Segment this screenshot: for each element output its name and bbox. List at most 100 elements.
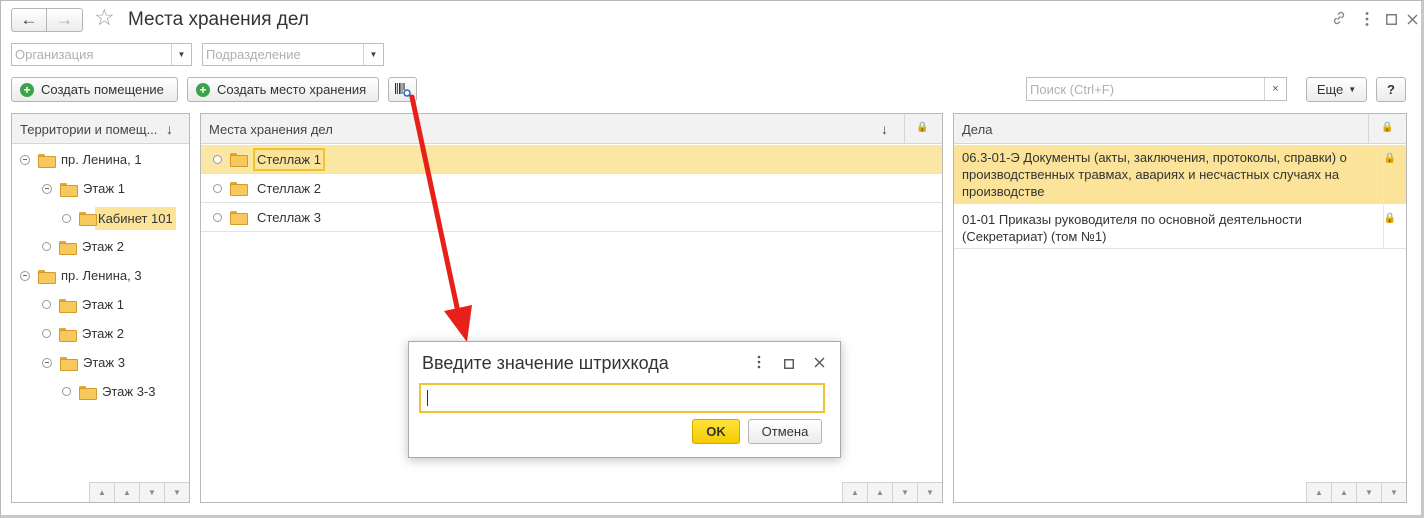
tree-item[interactable]: Этаж 1: [12, 181, 189, 197]
text-caret: [427, 390, 428, 406]
case-text: 06.3-01-Э Документы (акты, заключения, п…: [962, 150, 1347, 199]
folder-icon: [230, 153, 248, 167]
folder-icon: [38, 269, 56, 284]
case-row-selected[interactable]: 06.3-01-Э Документы (акты, заключения, п…: [954, 145, 1406, 204]
leaf-icon: [62, 213, 71, 223]
help-button[interactable]: ?: [1376, 77, 1406, 102]
scroll-down-icon[interactable]: ▼: [1356, 482, 1381, 502]
case-text: 01-01 Приказы руководителя по основной д…: [962, 212, 1302, 244]
navigation-buttons: ← →: [11, 8, 83, 32]
collapse-icon[interactable]: [42, 183, 52, 194]
chevron-down-icon: ▼: [1348, 85, 1357, 94]
collapse-icon[interactable]: [20, 154, 30, 165]
dropdown-icon[interactable]: ▼: [363, 44, 383, 65]
ok-button[interactable]: OK: [692, 419, 740, 444]
scroll-down-icon[interactable]: ▼: [892, 482, 917, 502]
organization-field[interactable]: Организация ▼: [11, 43, 192, 66]
clear-search-button[interactable]: ×: [1264, 78, 1286, 100]
leaf-icon: [42, 242, 51, 251]
plus-icon: +: [20, 82, 34, 97]
scroll-up-icon[interactable]: ▲: [114, 482, 139, 502]
storage-row[interactable]: Стеллаж 3: [201, 203, 942, 232]
dialog-title: Введите значение штрихкода: [422, 353, 669, 373]
storage-row[interactable]: Стеллаж 2: [201, 174, 942, 203]
sort-icon[interactable]: ↓: [166, 121, 173, 137]
dropdown-icon[interactable]: ▼: [171, 44, 191, 65]
plus-icon: +: [196, 82, 210, 97]
more-vertical-icon[interactable]: [756, 355, 762, 372]
case-row[interactable]: 01-01 Приказы руководителя по основной д…: [954, 205, 1406, 249]
lock-icon: 🔒: [1383, 153, 1396, 164]
department-placeholder: Подразделение: [206, 47, 301, 62]
tree-item[interactable]: Этаж 3: [12, 355, 189, 371]
organization-placeholder: Организация: [15, 47, 94, 62]
scroll-controls: ▲ ▲ ▼ ▼: [1306, 482, 1406, 502]
tree-item-label: пр. Ленина, 3: [61, 268, 142, 283]
scroll-bottom-icon[interactable]: ▼: [164, 482, 189, 502]
tree-item-label: Этаж 1: [82, 297, 124, 312]
forward-button[interactable]: →: [47, 8, 83, 32]
search-input[interactable]: Поиск (Ctrl+F) ×: [1026, 77, 1287, 101]
column-divider: [1383, 205, 1384, 248]
barcode-button[interactable]: [388, 77, 417, 102]
cancel-button[interactable]: Отмена: [748, 419, 822, 444]
maximize-icon[interactable]: [784, 357, 794, 372]
leaf-icon: [62, 387, 71, 396]
more-vertical-icon[interactable]: [1364, 11, 1370, 31]
barcode-dialog: Введите значение штрихкода OK Отмена: [408, 341, 841, 458]
scroll-up-icon[interactable]: ▲: [867, 482, 892, 502]
leaf-icon: [213, 154, 222, 164]
storage-header[interactable]: Места хранения дел ↓ 🔒: [201, 114, 942, 144]
cases-header[interactable]: Дела 🔒: [954, 114, 1406, 144]
storage-row-selected[interactable]: Стеллаж 1: [201, 145, 942, 174]
scroll-controls: ▲ ▲ ▼ ▼: [842, 482, 942, 502]
storage-header-label: Места хранения дел: [209, 122, 333, 137]
storage-item-label: Стеллаж 1: [253, 147, 325, 171]
scroll-top-icon[interactable]: ▲: [1306, 482, 1331, 502]
arrow-left-icon: ←: [20, 10, 38, 29]
collapse-icon[interactable]: [20, 270, 30, 281]
folder-icon: [38, 153, 56, 168]
tree-item[interactable]: пр. Ленина, 1: [12, 152, 189, 168]
link-icon[interactable]: [1331, 10, 1347, 30]
collapse-icon[interactable]: [42, 357, 52, 368]
close-icon[interactable]: [1407, 13, 1418, 29]
column-divider: [1368, 114, 1369, 144]
scroll-up-icon[interactable]: ▲: [1331, 482, 1356, 502]
tree-item-selected[interactable]: Кабинет 101: [12, 205, 189, 231]
barcode-input[interactable]: [419, 383, 825, 413]
tree-item[interactable]: Этаж 2: [12, 239, 189, 255]
more-button[interactable]: Еще ▼: [1306, 77, 1367, 102]
cases-header-label: Дела: [962, 122, 993, 137]
star-icon[interactable]: ☆: [94, 6, 115, 29]
scroll-bottom-icon[interactable]: ▼: [917, 482, 942, 502]
tree-item[interactable]: Этаж 1: [12, 297, 189, 313]
search-placeholder: Поиск (Ctrl+F): [1030, 82, 1115, 97]
create-storage-button[interactable]: + Создать место хранения: [187, 77, 379, 102]
territories-header[interactable]: Территории и помещ... ↓: [12, 114, 189, 144]
close-icon[interactable]: [814, 356, 825, 371]
page-title: Места хранения дел: [128, 9, 309, 30]
scroll-down-icon[interactable]: ▼: [139, 482, 164, 502]
scroll-top-icon[interactable]: ▲: [842, 482, 867, 502]
tree-item-label: Кабинет 101: [95, 206, 176, 230]
folder-icon: [79, 385, 97, 400]
tree-item[interactable]: Этаж 3-3: [12, 384, 189, 400]
barcode-search-icon: [394, 82, 412, 98]
create-room-label: Создать помещение: [41, 82, 164, 97]
sort-icon[interactable]: ↓: [881, 121, 888, 137]
leaf-icon: [42, 329, 51, 338]
tree-item[interactable]: пр. Ленина, 3: [12, 268, 189, 284]
cases-panel: Дела 🔒 06.3-01-Э Документы (акты, заключ…: [953, 113, 1407, 503]
tree-item[interactable]: Этаж 2: [12, 326, 189, 342]
folder-icon: [59, 240, 77, 255]
department-field[interactable]: Подразделение ▼: [202, 43, 384, 66]
back-button[interactable]: ←: [11, 8, 47, 32]
create-storage-label: Создать место хранения: [217, 82, 367, 97]
maximize-icon[interactable]: [1386, 13, 1397, 29]
scroll-top-icon[interactable]: ▲: [89, 482, 114, 502]
leaf-icon: [42, 300, 51, 309]
tree-item-label: Этаж 3-3: [102, 384, 156, 399]
create-room-button[interactable]: + Создать помещение: [11, 77, 178, 102]
scroll-bottom-icon[interactable]: ▼: [1381, 482, 1406, 502]
